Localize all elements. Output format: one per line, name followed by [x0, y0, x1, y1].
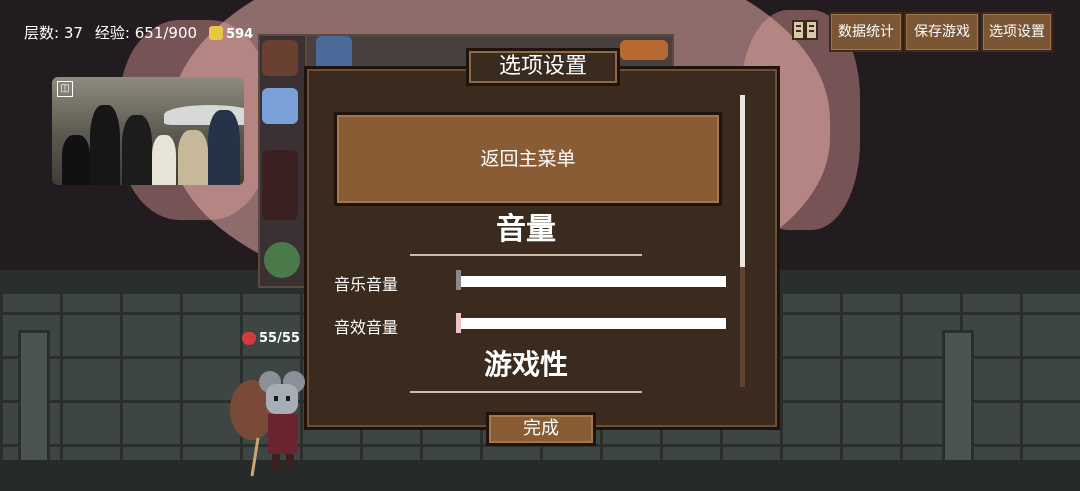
inventory-item[interactable] [262, 40, 298, 76]
music-volume-handle[interactable] [456, 270, 461, 290]
save-game-button[interactable]: 保存游戏 [904, 12, 980, 52]
book-icon[interactable] [791, 16, 819, 44]
floor-counter: 层数: 37 [24, 24, 83, 42]
inventory-item[interactable] [262, 150, 298, 220]
overlay-badge-icon: ◫ [57, 81, 73, 97]
coin-icon [209, 25, 224, 40]
sfx-volume-slider[interactable] [458, 318, 726, 329]
player-hp: 55/55 [242, 331, 300, 346]
hud-stats: 层数: 37 经验: 651/900 594 [24, 22, 253, 43]
stats-button[interactable]: 数据统计 [829, 12, 903, 52]
sfx-volume-handle[interactable] [456, 313, 461, 333]
floor [0, 460, 1080, 491]
done-button[interactable]: 完成 [486, 412, 596, 446]
video-figure [208, 110, 240, 185]
video-overlay: ◫ [52, 77, 244, 185]
inventory-item[interactable] [264, 242, 300, 278]
divider [410, 391, 642, 393]
exp-counter: 经验: 651/900 [94, 24, 198, 42]
music-volume-label: 音乐音量 [334, 275, 399, 294]
gold-amount: 594 [226, 26, 254, 42]
music-volume-slider[interactable] [458, 276, 726, 287]
wall-pillar [18, 330, 50, 466]
dialog-title: 选项设置 [466, 48, 620, 86]
options-button[interactable]: 选项设置 [981, 12, 1053, 52]
dialog-scrollbar-thumb[interactable] [740, 95, 745, 267]
video-figure [90, 105, 120, 185]
divider [410, 254, 642, 256]
player-character[interactable] [228, 368, 320, 480]
player-hp-value: 55/55 [259, 331, 300, 346]
main-menu-button[interactable]: 返回主菜单 [334, 112, 722, 206]
wall-pillar [942, 330, 974, 466]
video-figure [62, 135, 90, 185]
section-gameplay-heading: 游戏性 [483, 348, 568, 381]
video-figure [178, 130, 208, 185]
video-figure [152, 135, 176, 185]
inventory-item[interactable] [620, 40, 668, 60]
heart-icon [242, 332, 256, 345]
video-figure [122, 115, 152, 185]
inventory-item[interactable] [262, 88, 298, 124]
gold-counter: 594 [209, 24, 253, 42]
section-volume-heading: 音量 [496, 212, 556, 247]
sfx-volume-label: 音效音量 [334, 318, 399, 337]
